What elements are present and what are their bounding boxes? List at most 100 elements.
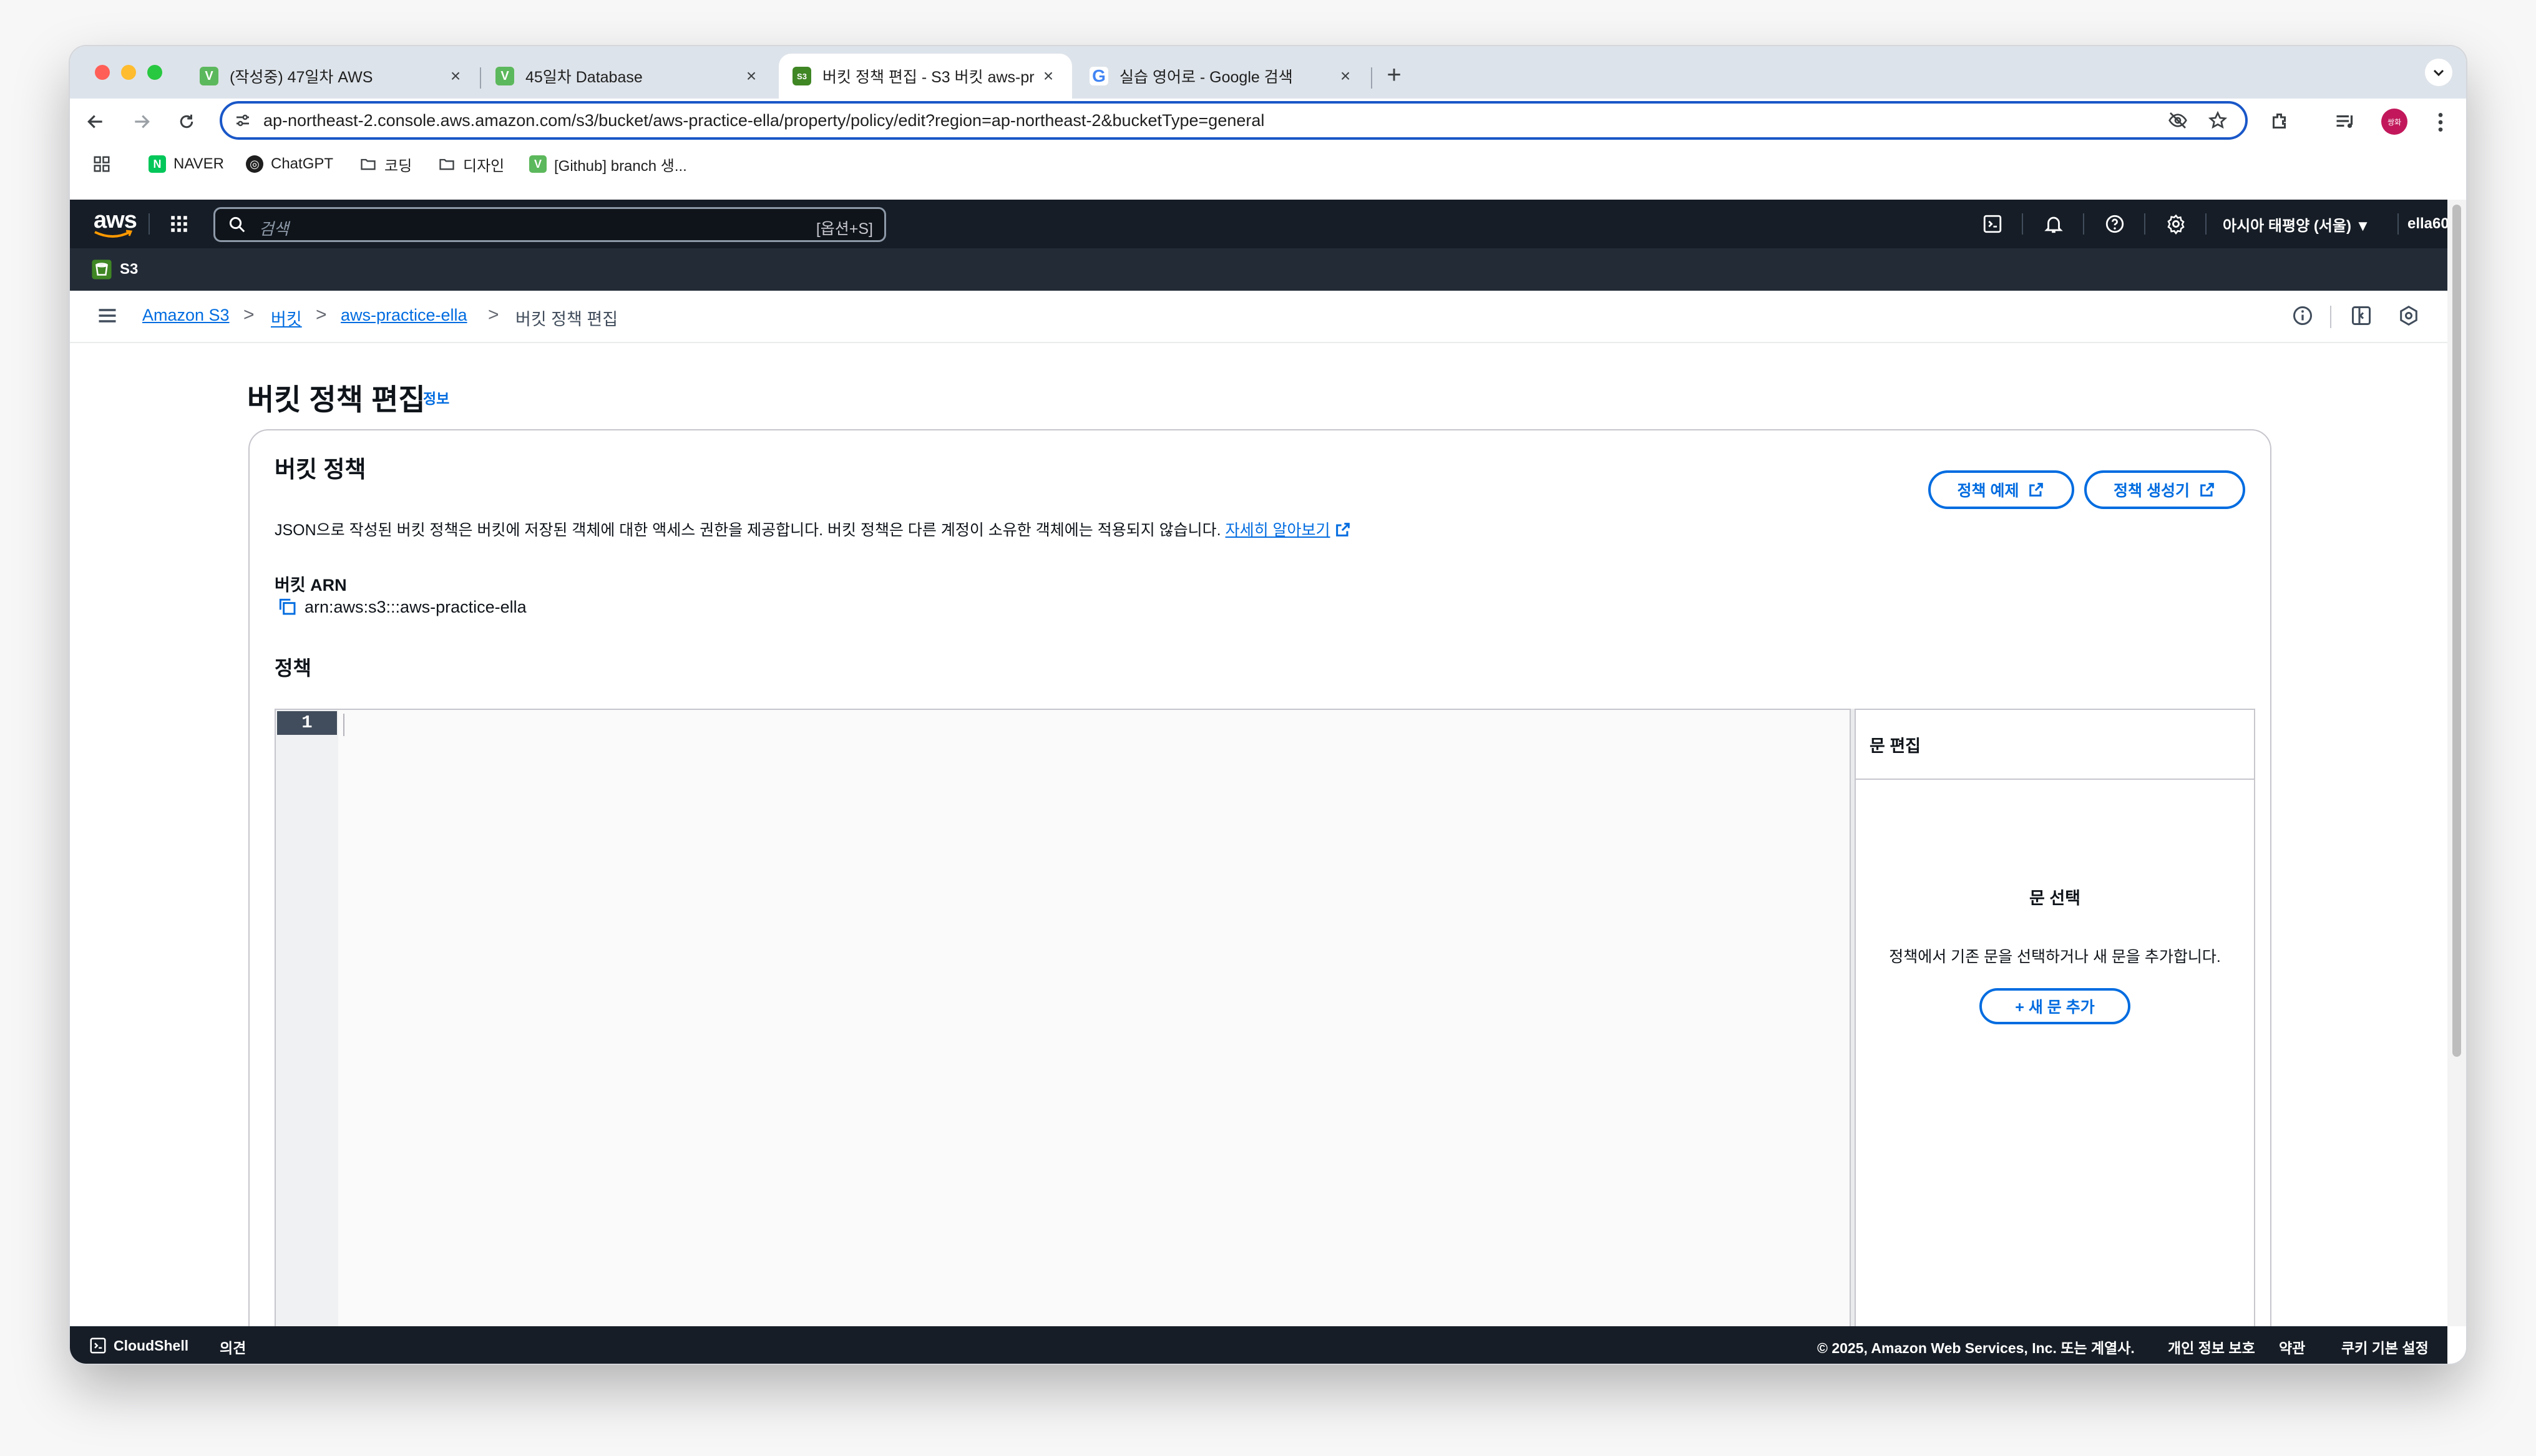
policy-examples-button[interactable]: 정책 예제	[1928, 470, 2074, 509]
media-queue-icon[interactable]	[2334, 110, 2359, 135]
bookmark-label: ChatGPT	[271, 155, 334, 172]
arrow-right-icon	[135, 115, 150, 129]
nav-divider	[2144, 213, 2145, 235]
velog-icon: V	[529, 155, 547, 173]
apps-grid-icon[interactable]	[92, 155, 111, 173]
bookmark-naver[interactable]: N NAVER	[149, 152, 224, 176]
bookmark-folder-coding[interactable]: 코딩	[359, 152, 412, 176]
help-panel-icon[interactable]	[2397, 304, 2421, 328]
s3-service-shortcut[interactable]: S3	[91, 257, 138, 282]
feedback-link[interactable]: 의견	[220, 1336, 246, 1357]
breadcrumb-bucket-name[interactable]: aws-practice-ella	[341, 306, 467, 325]
bookmark-star-icon[interactable]	[2208, 110, 2228, 130]
statement-editor-panel: 문 편집 문 선택 정책에서 기존 문을 선택하거나 새 문을 추가합니다. +…	[1855, 709, 2255, 1364]
nav-divider	[2205, 213, 2207, 235]
tab-close-icon[interactable]: ×	[447, 67, 464, 85]
select-statement-desc: 정책에서 기존 문을 선택하거나 새 문을 추가합니다.	[1889, 948, 2221, 966]
velog-favicon-icon: V	[200, 67, 218, 85]
footer-link-privacy[interactable]: 개인 정보 보호	[2168, 1336, 2255, 1357]
split-panel-icon[interactable]	[2350, 304, 2374, 328]
bucket-arn-label: 버킷 ARN	[275, 576, 347, 595]
tools-divider	[2330, 306, 2331, 328]
console-footer: CloudShell 의견 © 2025, Amazon Web Service…	[70, 1326, 2447, 1364]
notifications-bell-icon[interactable]	[2039, 210, 2068, 238]
button-label: 정책 생성기	[2114, 482, 2190, 500]
cloudshell-button[interactable]: CloudShell	[89, 1335, 188, 1356]
breadcrumb-amazon-s3[interactable]: Amazon S3	[142, 306, 230, 325]
bookmark-folder-design[interactable]: 디자인	[438, 152, 504, 176]
browser-window: V (작성중) 47일차 AWS × V 45일차 Database × S3 …	[70, 46, 2466, 1364]
select-statement-title: 문 선택	[2029, 889, 2081, 908]
forward-button[interactable]	[127, 107, 156, 136]
panel-title: 문 편집	[1870, 737, 1921, 755]
bookmarks-bar: N NAVER ◎ ChatGPT 코딩 디자인 V [Github] bran…	[70, 145, 2466, 183]
browser-tab[interactable]: G 실습 영어로 - Google 검색 ×	[1076, 54, 1369, 99]
page-info-link[interactable]: 정보	[423, 387, 449, 408]
learn-more-link[interactable]: 자세히 알아보기	[1226, 522, 1330, 539]
tab-search-button[interactable]	[2425, 59, 2452, 86]
breadcrumb-separator: >	[243, 304, 255, 325]
reload-button[interactable]	[172, 107, 201, 136]
page-scrollbar[interactable]	[2447, 200, 2466, 1326]
browser-menu-icon[interactable]	[2431, 110, 2450, 135]
tab-divider	[1371, 67, 1372, 89]
tab-close-icon[interactable]: ×	[1337, 67, 1354, 85]
bookmark-chatgpt[interactable]: ◎ ChatGPT	[246, 152, 333, 176]
browser-tab[interactable]: V (작성중) 47일차 AWS ×	[186, 54, 479, 99]
help-icon[interactable]	[2100, 210, 2129, 238]
breadcrumb: Amazon S3 > 버킷 > aws-practice-ella > 버킷 …	[70, 291, 2447, 343]
address-bar[interactable]: ap-northeast-2.console.aws.amazon.com/s3…	[220, 101, 2248, 140]
close-window-button[interactable]	[95, 65, 110, 80]
bucket-policy-card: 버킷 정책 정책 예제 정책 생성기 JSON으로 작성된 버킷 정책은 버킷에…	[248, 429, 2271, 1364]
naver-icon: N	[149, 155, 166, 173]
bookmark-label: 코딩	[384, 157, 412, 175]
footer-link-cookies[interactable]: 쿠키 기본 설정	[2341, 1336, 2429, 1357]
extensions-icon[interactable]	[2269, 110, 2294, 135]
services-grid-icon[interactable]	[165, 210, 193, 238]
site-settings-icon[interactable]	[233, 111, 252, 130]
add-statement-button[interactable]: + 새 문 추가	[1979, 988, 2130, 1024]
browser-tab[interactable]: V 45일차 Database ×	[482, 54, 775, 99]
policy-generator-button[interactable]: 정책 생성기	[2084, 470, 2245, 509]
aws-logo[interactable]: aws	[91, 206, 137, 241]
new-tab-button[interactable]: +	[1380, 62, 1408, 90]
aws-search-box[interactable]: 검색 [옵션+S]	[213, 207, 886, 242]
service-label: S3	[120, 261, 139, 278]
nav-divider	[149, 213, 150, 235]
bookmark-github-branch[interactable]: V [Github] branch 생...	[529, 152, 687, 176]
zoom-window-button[interactable]	[147, 65, 162, 80]
tab-title: 버킷 정책 편집 - S3 버킷 aws-pr	[822, 69, 1035, 86]
cloudshell-icon[interactable]	[1978, 210, 2007, 238]
browser-tab-active[interactable]: S3 버킷 정책 편집 - S3 버킷 aws-pr ×	[779, 54, 1072, 99]
profile-avatar[interactable]: 쌍화	[2381, 109, 2407, 135]
s3-bucket-icon	[92, 260, 112, 279]
bookmark-label: 디자인	[463, 157, 505, 175]
editor-caret	[343, 714, 344, 736]
editor-panel-splitter[interactable]	[1850, 709, 1855, 1364]
url-text: ap-northeast-2.console.aws.amazon.com/s3…	[263, 110, 1265, 130]
tab-close-icon[interactable]: ×	[1040, 67, 1057, 85]
cloudshell-icon	[90, 1337, 106, 1354]
minimize-window-button[interactable]	[121, 65, 136, 80]
aws-top-nav: aws 검색 [옵션+S] 아시아 태평양 (서울) ▼ ella6010	[70, 200, 2466, 248]
back-button[interactable]	[81, 107, 110, 136]
policy-json-editor[interactable]: 1	[275, 709, 1851, 1364]
eye-off-icon[interactable]	[2168, 110, 2188, 130]
tab-close-icon[interactable]: ×	[743, 67, 760, 85]
folder-icon	[439, 158, 454, 170]
settings-gear-icon[interactable]	[2162, 210, 2190, 238]
search-placeholder: 검색	[259, 220, 289, 238]
scrollbar-thumb[interactable]	[2452, 205, 2461, 1057]
region-selector[interactable]: 아시아 태평양 (서울) ▼	[2223, 213, 2370, 235]
bucket-arn-value: arn:aws:s3:::aws-practice-ella	[305, 598, 527, 616]
side-menu-toggle-icon[interactable]	[96, 304, 120, 328]
info-panel-icon[interactable]	[2291, 304, 2315, 328]
breadcrumb-buckets[interactable]: 버킷	[271, 306, 302, 330]
editor-gutter: 1	[276, 710, 338, 1364]
footer-link-terms[interactable]: 약관	[2279, 1336, 2305, 1357]
service-shortcut-bar: S3	[70, 248, 2447, 291]
tab-strip: V (작성중) 47일차 AWS × V 45일차 Database × S3 …	[70, 46, 2466, 99]
tab-divider	[480, 67, 481, 89]
card-title: 버킷 정책	[275, 457, 366, 482]
copy-arn-icon[interactable]	[277, 596, 298, 618]
